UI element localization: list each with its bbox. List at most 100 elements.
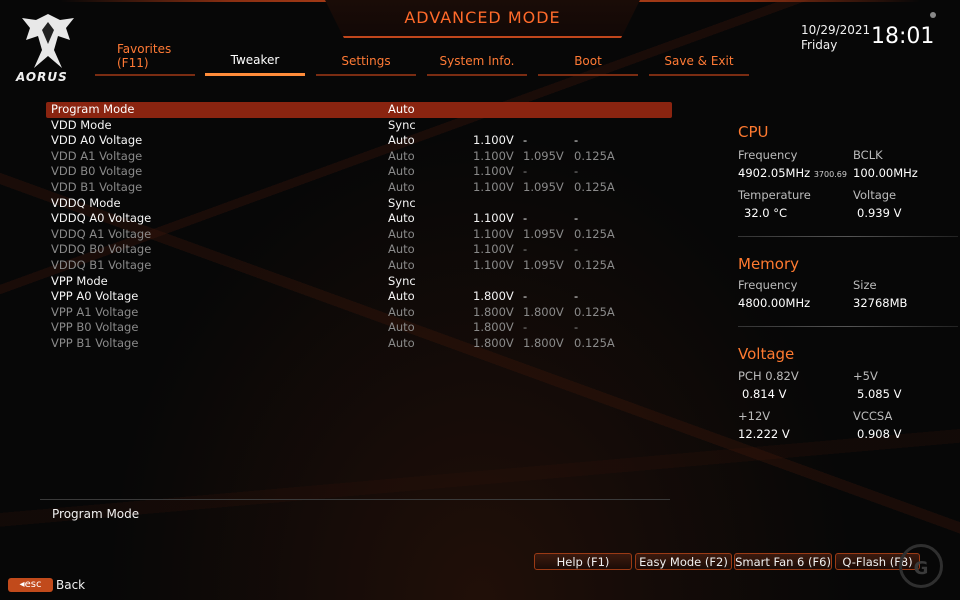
date-display: 10/29/2021 [801, 23, 871, 37]
setting-reading-c2: 1.095V [523, 226, 564, 241]
cpu-temperature-label: Temperature [738, 188, 811, 202]
cpu-temperature-value: 32.0 °C [744, 206, 788, 220]
setting-row[interactable]: VPP A0 Voltage Auto 1.800V - - [46, 289, 672, 305]
setting-name: VDDQ A1 Voltage [51, 226, 152, 241]
setting-row: VDDQ A1 Voltage Auto 1.100V 1.095V 0.125A [46, 227, 672, 243]
setting-reading-c3: - [574, 211, 579, 226]
pch-value: 0.814 V [742, 387, 787, 401]
easy-mode-button[interactable]: Easy Mode (F2) [635, 553, 732, 570]
memory-frequency-label: Frequency [738, 278, 798, 292]
setting-value: Auto [388, 133, 415, 148]
setting-name: VDD B0 Voltage [51, 164, 143, 179]
setting-value: Sync [388, 195, 416, 210]
window-dot-icon [930, 12, 936, 18]
setting-name: VDDQ A0 Voltage [51, 211, 152, 226]
setting-reading-c3: 0.125A [574, 148, 615, 163]
tab-system-info[interactable]: System Info. [427, 42, 527, 76]
cpu-voltage-label: Voltage [853, 188, 897, 202]
setting-reading-c1: 1.100V [473, 179, 514, 194]
tab-favorites[interactable]: Favorites (F11) [95, 42, 195, 76]
tab-tweaker[interactable]: Tweaker [205, 42, 305, 76]
setting-reading-c2: - [523, 164, 528, 179]
day-display: Friday [801, 38, 838, 52]
setting-value: Auto [388, 179, 415, 194]
setting-reading-c2: 1.800V [523, 335, 564, 350]
setting-value: Auto [388, 148, 415, 163]
setting-row: VPP A1 Voltage Auto 1.800V 1.800V 0.125A [46, 305, 672, 321]
setting-reading-c1: 1.100V [473, 257, 514, 272]
setting-value: Auto [388, 304, 415, 319]
esc-key-button[interactable]: ◂esc [8, 578, 53, 592]
setting-name: VPP Mode [51, 273, 108, 288]
memory-size-label: Size [853, 278, 877, 292]
memory-panel: Memory Frequency Size 4800.00MHz 32768MB [738, 255, 958, 327]
setting-reading-c2: 1.095V [523, 148, 564, 163]
memory-separator [738, 326, 958, 327]
time-display: 18:01 [871, 24, 935, 49]
setting-name: VDD A1 Voltage [51, 148, 143, 163]
setting-row: VPP B0 Voltage Auto 1.800V - - [46, 320, 672, 336]
setting-reading-c3: - [574, 164, 579, 179]
setting-name: VDDQ B0 Voltage [51, 242, 152, 257]
setting-value: Auto [388, 102, 415, 116]
setting-name: VPP B0 Voltage [51, 320, 139, 335]
tab-bar: Favorites (F11) Tweaker Settings System … [95, 42, 755, 78]
cpu-voltage-value: 0.939 V [857, 206, 902, 220]
setting-value: Auto [388, 226, 415, 241]
cpu-title: CPU [738, 123, 769, 141]
setting-reading-c2: 1.095V [523, 179, 564, 194]
setting-reading-c3: - [574, 133, 579, 148]
setting-row: VDDQ B0 Voltage Auto 1.100V - - [46, 242, 672, 258]
cpu-separator [738, 236, 958, 237]
setting-value: Auto [388, 164, 415, 179]
setting-name: Program Mode [51, 102, 135, 116]
help-button[interactable]: Help (F1) [534, 553, 632, 570]
setting-row[interactable]: VDDQ A0 Voltage Auto 1.100V - - [46, 211, 672, 227]
setting-row: VDDQ B1 Voltage Auto 1.100V 1.095V 0.125A [46, 258, 672, 274]
tab-favorites-label: Favorites [117, 41, 172, 56]
setting-row[interactable]: VDDQ Mode Sync [46, 196, 672, 212]
tab-boot[interactable]: Boot [538, 42, 638, 76]
tab-settings[interactable]: Settings [316, 42, 416, 76]
cpu-bclk-value: 100.00MHz [853, 166, 918, 180]
setting-row[interactable]: Program Mode Auto [46, 102, 672, 118]
setting-row[interactable]: VPP Mode Sync [46, 274, 672, 290]
setting-reading-c2: - [523, 133, 528, 148]
tab-save-exit[interactable]: Save & Exit [649, 42, 749, 76]
setting-name: VDD Mode [51, 117, 112, 132]
cpu-frequency-main: 4902.05MHz [738, 166, 811, 180]
setting-reading-c1: 1.100V [473, 226, 514, 241]
setting-name: VDDQ Mode [51, 195, 121, 210]
plus5v-label: +5V [853, 369, 878, 383]
setting-value: Auto [388, 289, 415, 304]
back-label[interactable]: Back [56, 578, 85, 592]
cpu-frequency-sub: 3700.69 [813, 170, 847, 179]
setting-reading-c1: 1.800V [473, 320, 514, 335]
smart-fan-button[interactable]: Smart Fan 6 (F6) [734, 553, 832, 570]
setting-reading-c1: 1.100V [473, 242, 514, 257]
vccsa-label: VCCSA [853, 409, 893, 423]
memory-size-value: 32768MB [853, 296, 908, 310]
setting-value: Auto [388, 242, 415, 257]
setting-reading-c3: - [574, 289, 579, 304]
setting-reading-c1: 1.100V [473, 164, 514, 179]
setting-value: Sync [388, 117, 416, 132]
setting-reading-c1: 1.800V [473, 289, 514, 304]
cpu-frequency-value: 4902.05MHz 3700.69 [738, 166, 847, 180]
setting-reading-c3: 0.125A [574, 226, 615, 241]
setting-name: VPP A0 Voltage [51, 289, 139, 304]
cpu-panel: CPU Frequency BCLK 4902.05MHz 3700.69 10… [738, 123, 958, 237]
setting-row: VPP B1 Voltage Auto 1.800V 1.800V 0.125A [46, 336, 672, 352]
setting-value: Auto [388, 211, 415, 226]
setting-value: Sync [388, 273, 416, 288]
setting-value: Auto [388, 257, 415, 272]
cpu-frequency-label: Frequency [738, 148, 798, 162]
setting-row: VDD B1 Voltage Auto 1.100V 1.095V 0.125A [46, 180, 672, 196]
setting-value: Auto [388, 320, 415, 335]
memory-frequency-value: 4800.00MHz [738, 296, 811, 310]
setting-reading-c3: 0.125A [574, 179, 615, 194]
setting-reading-c3: 0.125A [574, 304, 615, 319]
setting-row[interactable]: VDD A0 Voltage Auto 1.100V - - [46, 133, 672, 149]
pch-label: PCH 0.82V [738, 369, 799, 383]
setting-row[interactable]: VDD Mode Sync [46, 118, 672, 134]
